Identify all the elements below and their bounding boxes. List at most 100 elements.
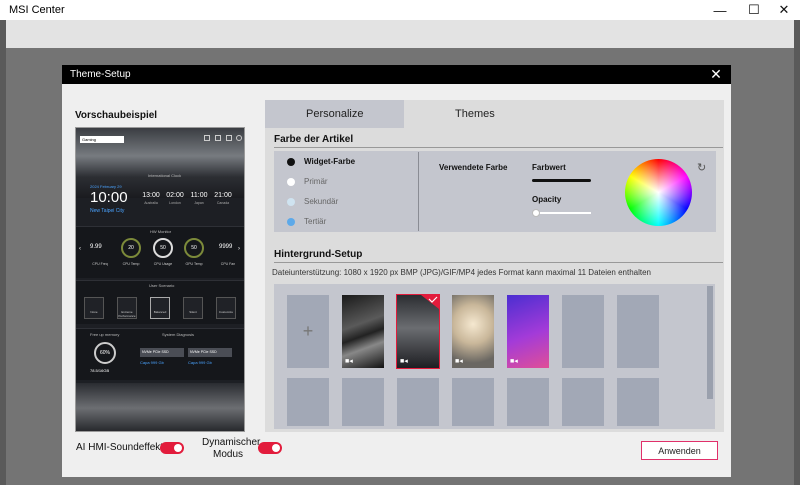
window-edge-right [794,20,800,485]
color-value-label: Farbwert [532,163,566,172]
dialog-close-icon[interactable]: ✕ [707,66,725,83]
minimize-icon[interactable]: — [712,2,728,18]
background-file-info: Dateiunterstützung: 1080 x 1920 px BMP (… [272,268,652,277]
preview-gauge-value: 50 [191,245,197,251]
empty-slot[interactable] [507,378,549,426]
ai-hmi-toggle[interactable] [160,442,184,454]
preview-gauge-label: CPU Freq [92,262,108,266]
toggle-knob [272,444,280,452]
preview-storage-name: NVMe PCIe SSD [140,348,184,357]
video-icon: ■◂ [455,358,463,365]
preview-screen-icon [215,135,221,141]
preview-city: New Taipei City [90,208,125,214]
opacity-slider-track[interactable] [536,212,591,214]
empty-slot[interactable] [617,295,659,368]
preview-clock-time: 02:00 [166,192,184,199]
preview-clock-city: Japan [194,201,204,205]
gallery-scrollbar[interactable] [707,286,713,399]
empty-slot[interactable] [452,378,494,426]
widget-color-label[interactable]: Widget-Farbe [304,157,355,166]
secondary-color-label[interactable]: Sekundär [304,197,338,206]
preview-section-monitor: HW Monitor [150,229,172,234]
preview-section-scenario: User Scenario [149,283,175,288]
dialog-title: Theme-Setup [70,69,131,80]
preview-gauge-label: CPU Temp [122,262,140,266]
preview-gauge-label: CPU Usage [153,262,173,266]
color-value-swatch [532,179,591,182]
reset-color-icon[interactable]: ↻ [697,162,709,174]
primary-color-label[interactable]: Primär [304,177,328,186]
preview-gauge-value: 50 [160,245,166,251]
preview-gauge: 50 [153,238,173,258]
preview-section-international: International Clock [148,173,182,178]
preview-memory-gauge: 60% [94,342,116,364]
secondary-color-radio[interactable] [287,198,295,206]
preview-gauge-value: 20 [128,245,134,251]
video-icon: ■◂ [345,358,353,365]
dynamic-mode-toggle[interactable] [258,442,282,454]
preview-clock-time: 21:00 [214,192,232,199]
preview-section-memory: Free up memory [90,332,120,337]
preview-clock-time: 11:00 [190,192,208,199]
empty-slot[interactable] [287,378,329,426]
tertiary-color-radio[interactable] [287,218,295,226]
color-wheel[interactable] [625,159,692,226]
maximize-icon[interactable]: ☐ [746,2,762,18]
empty-slot[interactable] [562,378,604,426]
preview-label: Vorschaubeispiel [75,110,158,121]
preview-window-icon [226,135,232,141]
preview-mode-label: Extreme Performance [118,310,136,318]
preview-gauge-value: 9.99 [90,244,102,250]
preview-gauge-value: 9999 [219,244,233,250]
opacity-label: Opacity [532,195,562,204]
widget-color-radio[interactable] [287,158,295,166]
preview-clock-time: 13:00 [142,192,160,199]
preview-bottom-image [76,383,244,431]
preview-gear-icon [236,135,242,141]
preview-time: 10:00 [90,189,128,206]
primary-color-radio[interactable] [287,178,295,186]
used-color-label: Verwendete Farbe [439,163,508,172]
preview-gauge: 50 [184,238,204,258]
preview-storage-value: Capa 999 Gb [140,360,164,365]
preview-memory-percent: 60% [99,350,110,356]
empty-slot[interactable] [562,295,604,368]
toggle-knob [174,444,182,452]
video-icon: ■◂ [400,358,408,365]
preview-gauge-label: CPU Fan [220,262,236,266]
close-icon[interactable]: ✕ [776,2,792,18]
background-thumbnail[interactable]: ■◂ [342,295,384,368]
preview-mode-label: Customize [218,310,234,314]
apply-button[interactable]: Anwenden [641,441,718,460]
color-section-title: Farbe der Artikel [274,134,354,145]
preview-mode-tile [183,297,203,319]
preview-memory-value: 78.5/16GB [90,368,110,373]
tab-personalize-label: Personalize [306,108,364,120]
opacity-slider-handle[interactable] [532,209,540,217]
background-section-title: Hintergrund-Setup [274,249,363,260]
preview-gauge: 20 [121,238,141,258]
empty-slot[interactable] [617,378,659,426]
dialog-header [62,65,731,84]
preview-clock-city: Australia [144,201,158,205]
preview-mode-label: None [90,310,98,314]
app-title: MSI Center [9,4,65,16]
add-background-button[interactable]: + [287,295,329,368]
background-thumbnail[interactable]: ■◂ [452,295,494,368]
preview-storage-name: NVMe PCIe SSD [188,348,232,357]
tertiary-color-label[interactable]: Tertiär [304,217,326,226]
preview-mode-tile [216,297,236,319]
preview-section-storage: System Diagnosis [162,332,195,337]
ai-hmi-label: AI HMI-Soundeffekt [76,442,164,453]
empty-slot[interactable] [397,378,439,426]
video-icon: ■◂ [510,358,518,365]
title-bar [0,0,800,20]
preview-mode-tile [84,297,104,319]
empty-slot[interactable] [342,378,384,426]
preview-clock-city: London [169,201,181,205]
selected-check-icon [421,295,439,309]
background-thumbnail[interactable]: ■◂ [507,295,549,368]
tab-themes[interactable]: Themes [455,108,495,120]
preview-gauge-label: GPU Temp [185,262,203,266]
preview-storage-value: Capa 999 Gb [188,360,212,365]
